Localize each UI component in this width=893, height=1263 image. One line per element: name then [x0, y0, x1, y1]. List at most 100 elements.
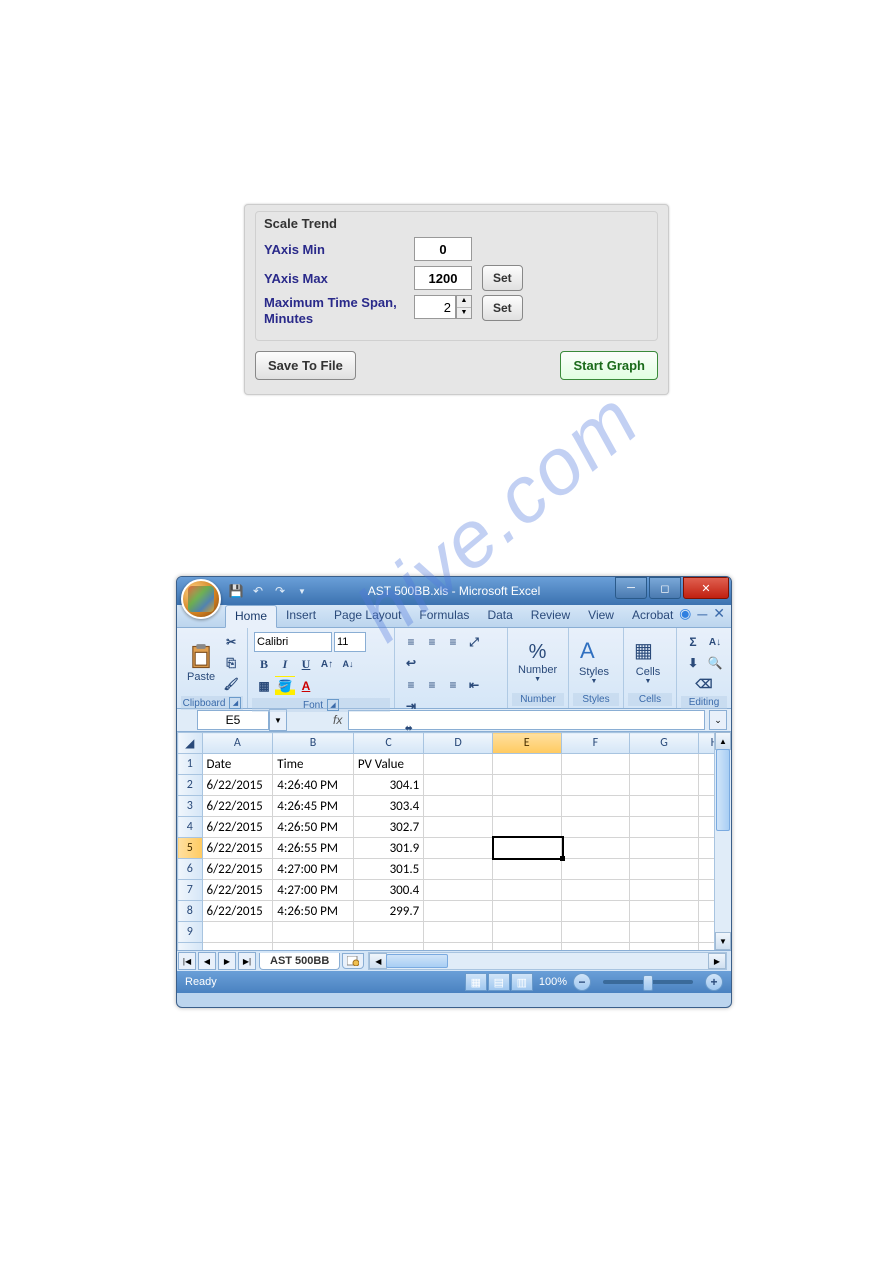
italic-icon[interactable]: I [275, 654, 295, 674]
align-top-icon[interactable]: ≡ [401, 632, 421, 652]
font-color-icon[interactable]: A [296, 676, 316, 696]
close-button[interactable]: ✕ [683, 577, 729, 599]
cell[interactable] [424, 901, 493, 922]
help-icon[interactable]: ◉ [679, 605, 691, 622]
fill-icon[interactable]: ⬇ [683, 653, 703, 673]
formula-expand-icon[interactable]: ⌄ [709, 710, 727, 730]
grow-font-icon[interactable]: A↑ [317, 654, 337, 674]
scroll-right-icon[interactable]: ▶ [708, 953, 726, 969]
col-header-d[interactable]: D [424, 733, 493, 754]
tab-home[interactable]: Home [225, 605, 277, 628]
cell[interactable] [424, 817, 493, 838]
cell[interactable] [630, 859, 699, 880]
cell[interactable]: 4:27:00 PM [273, 859, 354, 880]
orientation-icon[interactable]: ⤢ [464, 632, 484, 652]
cell[interactable]: 4:26:40 PM [273, 775, 354, 796]
tab-formulas[interactable]: Formulas [410, 605, 478, 627]
cell[interactable] [630, 880, 699, 901]
zoom-slider-thumb[interactable] [643, 975, 653, 991]
cell[interactable]: 4:27:00 PM [273, 880, 354, 901]
font-name-combo[interactable] [254, 632, 332, 652]
table-row[interactable]: 26/22/20154:26:40 PM304.1 [178, 775, 731, 796]
cell[interactable]: 299.7 [353, 901, 423, 922]
spinner-up-icon[interactable]: ▲ [457, 296, 471, 308]
zoom-level[interactable]: 100% [539, 976, 567, 988]
cut-icon[interactable]: ✂ [221, 632, 241, 652]
hscroll-thumb[interactable] [386, 954, 448, 968]
table-row[interactable]: 46/22/20154:26:50 PM302.7 [178, 817, 731, 838]
align-left-icon[interactable]: ≡ [401, 675, 421, 695]
cell[interactable]: 301.9 [353, 838, 423, 859]
sheet-nav-prev-icon[interactable]: ◀ [198, 952, 216, 970]
cell[interactable]: 4:26:55 PM [273, 838, 354, 859]
sheet-tab-active[interactable]: AST 500BB [259, 953, 340, 970]
align-center-icon[interactable]: ≡ [422, 675, 442, 695]
table-row[interactable]: 1DateTimePV Value [178, 754, 731, 775]
spinner-down-icon[interactable]: ▼ [457, 308, 471, 319]
workbook-close-icon[interactable]: ✕ [713, 605, 725, 622]
fx-icon[interactable]: fx [333, 713, 342, 727]
timespan-set-button[interactable]: Set [482, 295, 523, 321]
cell[interactable] [424, 775, 493, 796]
scroll-down-icon[interactable]: ▼ [715, 932, 731, 950]
cell[interactable]: 6/22/2015 [202, 880, 273, 901]
cell[interactable] [202, 922, 273, 943]
minimize-ribbon-icon[interactable]: ─ [697, 606, 707, 622]
timespan-input[interactable] [414, 295, 456, 319]
minimize-button[interactable]: ─ [615, 577, 647, 599]
format-painter-icon[interactable]: 🖌 [221, 674, 241, 694]
cell[interactable] [561, 817, 630, 838]
horizontal-scrollbar[interactable]: ◀ ▶ [368, 952, 727, 970]
qat-dropdown-icon[interactable]: ▼ [293, 582, 311, 600]
cell[interactable]: 6/22/2015 [202, 817, 273, 838]
cell[interactable]: 6/22/2015 [202, 838, 273, 859]
bold-icon[interactable]: B [254, 654, 274, 674]
tab-review[interactable]: Review [522, 605, 579, 627]
cell[interactable] [630, 817, 699, 838]
cell[interactable] [561, 754, 630, 775]
font-size-combo[interactable] [334, 632, 366, 652]
col-header-a[interactable]: A [202, 733, 273, 754]
cell[interactable] [630, 796, 699, 817]
redo-icon[interactable]: ↷ [271, 582, 289, 600]
row-header[interactable]: 2 [178, 775, 203, 796]
cell[interactable] [202, 943, 273, 951]
cell[interactable]: 6/22/2015 [202, 796, 273, 817]
cell[interactable]: 4:26:50 PM [273, 817, 354, 838]
cell[interactable] [424, 880, 493, 901]
shrink-font-icon[interactable]: A↓ [338, 654, 358, 674]
cell[interactable] [630, 775, 699, 796]
table-row[interactable]: 76/22/20154:27:00 PM300.4 [178, 880, 731, 901]
cell[interactable]: 6/22/2015 [202, 775, 273, 796]
cell[interactable] [630, 838, 699, 859]
maximize-button[interactable]: ◻ [649, 577, 681, 599]
vertical-scrollbar[interactable]: ▲ ▼ [714, 732, 731, 950]
clipboard-launcher-icon[interactable]: ◢ [229, 697, 241, 709]
normal-view-icon[interactable]: ▦ [465, 973, 487, 991]
cell[interactable]: Date [202, 754, 273, 775]
cell[interactable] [492, 943, 561, 951]
cell[interactable]: 303.4 [353, 796, 423, 817]
yaxis-max-input[interactable] [414, 266, 472, 290]
cell[interactable] [492, 754, 561, 775]
cell[interactable] [492, 880, 561, 901]
cell[interactable] [424, 922, 493, 943]
cell[interactable] [424, 859, 493, 880]
cell[interactable]: Time [273, 754, 354, 775]
zoom-slider[interactable] [603, 980, 693, 984]
cell[interactable]: 6/22/2015 [202, 901, 273, 922]
cell[interactable] [492, 796, 561, 817]
zoom-in-button[interactable]: + [705, 973, 723, 991]
name-box-dropdown-icon[interactable]: ▼ [269, 709, 287, 731]
col-header-f[interactable]: F [561, 733, 630, 754]
cell[interactable] [492, 901, 561, 922]
cell[interactable] [561, 922, 630, 943]
autosum-icon[interactable]: Σ [683, 632, 703, 652]
zoom-out-button[interactable]: − [573, 973, 591, 991]
cell[interactable] [630, 754, 699, 775]
save-icon[interactable]: 💾 [227, 582, 245, 600]
name-box[interactable]: E5 [197, 710, 269, 730]
number-format-button[interactable]: % Number ▼ [514, 639, 561, 685]
align-middle-icon[interactable]: ≡ [422, 632, 442, 652]
row-header[interactable]: 6 [178, 859, 203, 880]
